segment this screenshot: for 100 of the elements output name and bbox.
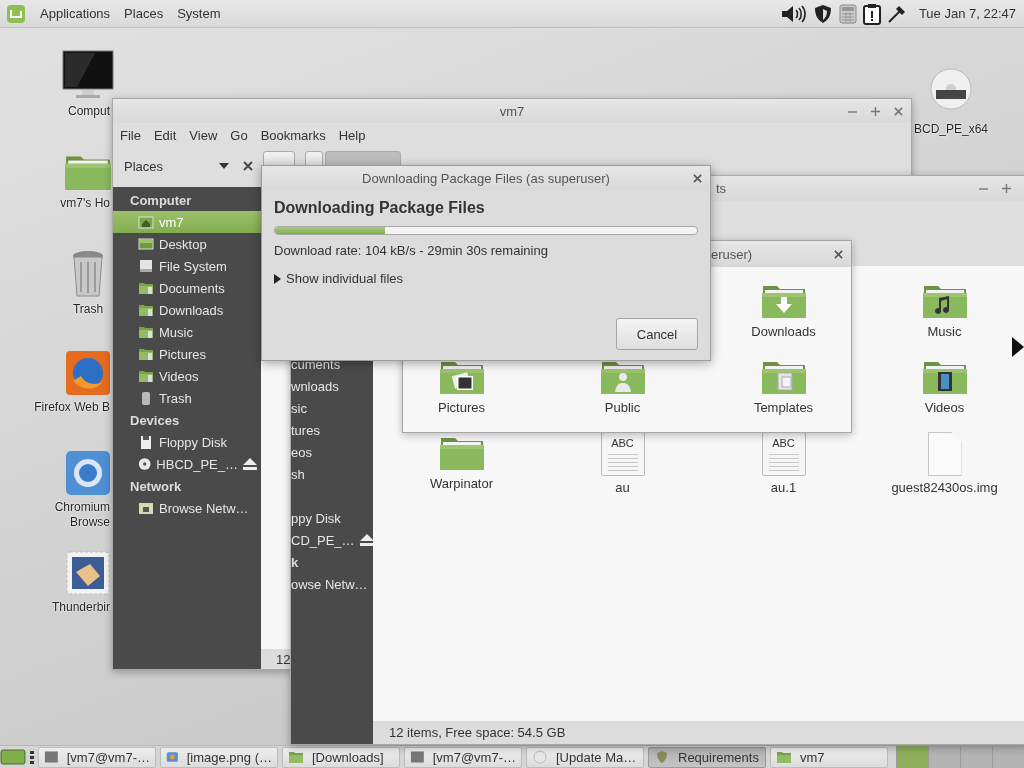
- sidebar-item[interactable]: wnloads: [291, 375, 373, 397]
- sidebar-item[interactable]: File System: [113, 255, 261, 277]
- desktop-icon-label[interactable]: Trash: [72, 302, 104, 317]
- home-folder-icon: [138, 214, 154, 230]
- window-title: ts: [716, 181, 727, 196]
- workspace-button[interactable]: [960, 746, 992, 768]
- menu-item[interactable]: Bookmarks: [260, 127, 326, 143]
- folder-icon: [138, 324, 154, 340]
- sidebar-item[interactable]: Documents: [113, 277, 261, 299]
- sidebar-item[interactable]: CD_PE_…: [291, 529, 373, 551]
- sidebar-item[interactable]: Downloads: [113, 299, 261, 321]
- sidebar-item[interactable]: Browse Netw…: [113, 497, 261, 519]
- window-title: vm7: [499, 103, 525, 119]
- places-label[interactable]: Places: [124, 158, 164, 174]
- taskbar-button[interactable]: [Update Ma…: [526, 746, 644, 768]
- sidebar-header: Network: [130, 478, 182, 494]
- menu-item[interactable]: File: [120, 127, 141, 143]
- terminal-icon: [410, 750, 425, 764]
- maximize-icon[interactable]: [1002, 184, 1011, 193]
- close-icon[interactable]: [693, 174, 702, 183]
- workspace-button[interactable]: [896, 746, 928, 768]
- file-name[interactable]: au.1: [770, 480, 797, 495]
- file-name[interactable]: Pictures: [438, 400, 485, 415]
- close-icon[interactable]: [243, 161, 253, 171]
- sidebar-item[interactable]: Floppy Disk: [113, 431, 261, 453]
- close-icon[interactable]: [894, 106, 903, 116]
- expander[interactable]: Show individual files: [274, 271, 698, 286]
- download-rate: Download rate: 104 kB/s - 29min 30s remaining: [274, 243, 549, 258]
- sidebar-item[interactable]: sh: [291, 463, 373, 485]
- file-name[interactable]: Warpinator: [429, 476, 494, 491]
- menu-item[interactable]: Help: [338, 127, 366, 143]
- file-icon: [927, 432, 962, 476]
- file-name[interactable]: guest82430os.img: [891, 480, 998, 495]
- sidebar-item[interactable]: Desktop: [113, 233, 261, 255]
- volume-icon: [780, 4, 807, 23]
- folder-icon: [776, 750, 792, 764]
- taskbar-button[interactable]: [image.png (…: [160, 746, 278, 768]
- sidebar-item[interactable]: HBCD_PE_…: [113, 453, 261, 475]
- dialog-title: Downloading Package Files (as superuser): [362, 171, 610, 186]
- menu-logo-icon[interactable]: [6, 3, 26, 24]
- shield-icon: [812, 3, 833, 24]
- desktop-icon-label[interactable]: Thunderbir: [51, 600, 110, 615]
- desktop-icon: [138, 236, 154, 252]
- folder-icon: [138, 346, 154, 362]
- taskbar-button[interactable]: Requirements: [648, 746, 766, 768]
- dialog-heading: Downloading Package Files: [274, 199, 486, 217]
- sidebar-item[interactable]: Pictures: [113, 343, 261, 365]
- desktop-icon-label[interactable]: Browse: [70, 515, 110, 530]
- clipboard-icon: [862, 2, 881, 25]
- taskbar-button[interactable]: [vm7@vm7-…: [38, 746, 156, 768]
- taskbar-button[interactable]: [vm7@vm7-…: [404, 746, 522, 768]
- disc-icon[interactable]: [930, 68, 972, 110]
- close-icon[interactable]: [834, 249, 843, 259]
- sidebar-item[interactable]: Music: [113, 321, 261, 343]
- sidebar-item[interactable]: tures: [291, 419, 373, 441]
- sidebar-item[interactable]: eos: [291, 441, 373, 463]
- image-icon: [166, 750, 179, 764]
- file-name[interactable]: Downloads: [751, 324, 816, 339]
- panel-menu[interactable]: System: [177, 6, 221, 21]
- sidebar-item[interactable]: Videos: [113, 365, 261, 387]
- terminal-icon: [44, 750, 59, 764]
- desktop-icon-label[interactable]: Chromium: [54, 500, 110, 515]
- sidebar-item[interactable]: owse Netw…: [291, 573, 373, 595]
- desktop-icon-label[interactable]: vm7's Ho: [60, 196, 110, 211]
- eject-icon: [243, 458, 257, 470]
- clock[interactable]: Tue Jan 7, 22:47: [918, 6, 1016, 21]
- desktop-icon-label[interactable]: Comput: [67, 104, 110, 119]
- sidebar-item[interactable]: sic: [291, 397, 373, 419]
- menu-item[interactable]: Go: [230, 127, 248, 143]
- folder-icon: [138, 368, 154, 384]
- chromium-icon: [65, 450, 111, 496]
- menu-item[interactable]: View: [189, 127, 218, 143]
- file-name[interactable]: Music: [927, 324, 962, 339]
- panel-menu[interactable]: Applications: [40, 6, 111, 21]
- monitor-icon: [62, 50, 114, 100]
- sidebar-item[interactable]: Trash: [113, 387, 261, 409]
- taskbar-button[interactable]: vm7: [770, 746, 888, 768]
- calculator-icon: [838, 3, 857, 24]
- pointer-icon: [1012, 337, 1024, 359]
- file-name[interactable]: Templates: [753, 400, 814, 415]
- maximize-icon[interactable]: [871, 106, 880, 116]
- desktop-icon-label[interactable]: Firefox Web B: [34, 400, 110, 415]
- file-name[interactable]: Public: [604, 400, 641, 415]
- workspace-button[interactable]: [928, 746, 960, 768]
- panel-menu[interactable]: Places: [124, 6, 164, 21]
- floppy-icon: [138, 434, 154, 450]
- drive-icon: [138, 258, 154, 274]
- sidebar-item[interactable]: ppy Disk: [291, 507, 373, 529]
- dropdown-caret-icon[interactable]: [219, 163, 229, 169]
- menu-icon[interactable]: [0, 748, 26, 766]
- icon-caption: ABC: [772, 437, 795, 449]
- taskbar-button[interactable]: [Downloads]: [282, 746, 400, 768]
- sidebar-header: Devices: [130, 412, 180, 428]
- file-name[interactable]: Videos: [924, 400, 965, 415]
- file-name[interactable]: au: [615, 480, 630, 495]
- folder-icon: [138, 302, 154, 318]
- desktop-icon-label[interactable]: BCD_PE_x64: [914, 122, 989, 137]
- menu-item[interactable]: Edit: [153, 127, 177, 143]
- cancel-button[interactable]: Cancel: [616, 318, 698, 350]
- workspace-button[interactable]: [992, 746, 1024, 768]
